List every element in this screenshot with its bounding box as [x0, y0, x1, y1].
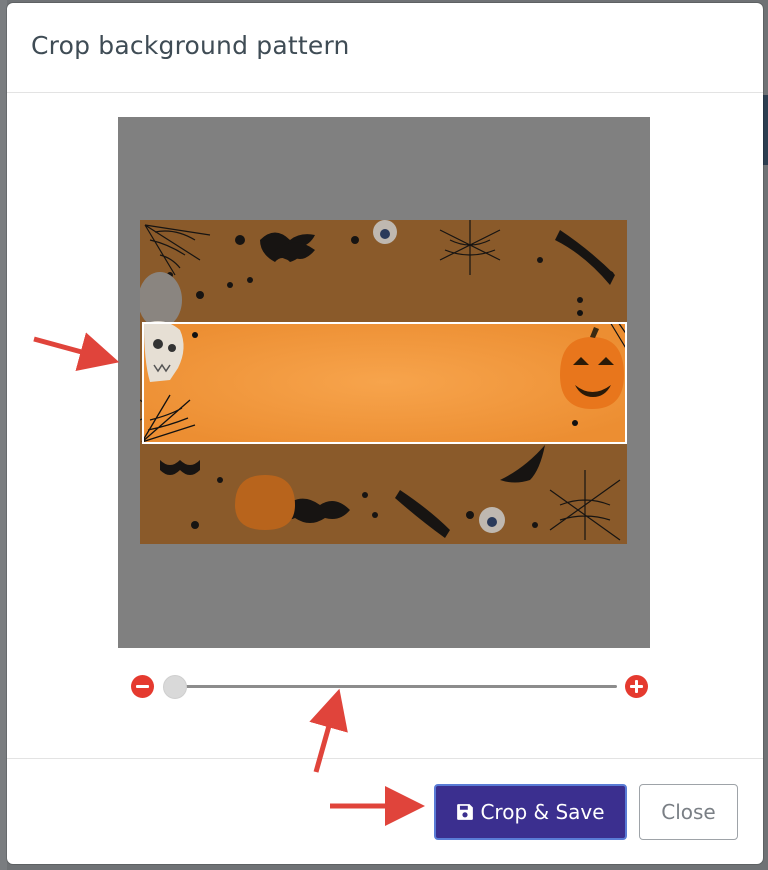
floppy-disk-icon	[457, 804, 474, 820]
minus-circle-icon	[136, 685, 149, 688]
zoom-in-button[interactable]	[625, 675, 648, 698]
close-label: Close	[661, 800, 716, 824]
zoom-out-button[interactable]	[131, 675, 154, 698]
crop-save-button[interactable]: Crop & Save	[434, 784, 627, 840]
close-button[interactable]: Close	[639, 784, 738, 840]
crop-save-label: Crop & Save	[480, 800, 605, 824]
backdrop-left	[0, 0, 7, 870]
crop-canvas[interactable]	[118, 117, 650, 648]
crop-selection-box[interactable]	[142, 322, 627, 444]
modal-title: Crop background pattern	[31, 31, 350, 60]
zoom-slider-thumb[interactable]	[163, 675, 187, 699]
zoom-control	[120, 671, 650, 701]
backdrop-right-panel	[763, 95, 768, 165]
crop-modal: Crop background pattern Crop & Save Clos…	[7, 3, 763, 864]
modal-header: Crop background pattern	[7, 3, 763, 93]
zoom-slider-track[interactable]	[164, 685, 617, 688]
